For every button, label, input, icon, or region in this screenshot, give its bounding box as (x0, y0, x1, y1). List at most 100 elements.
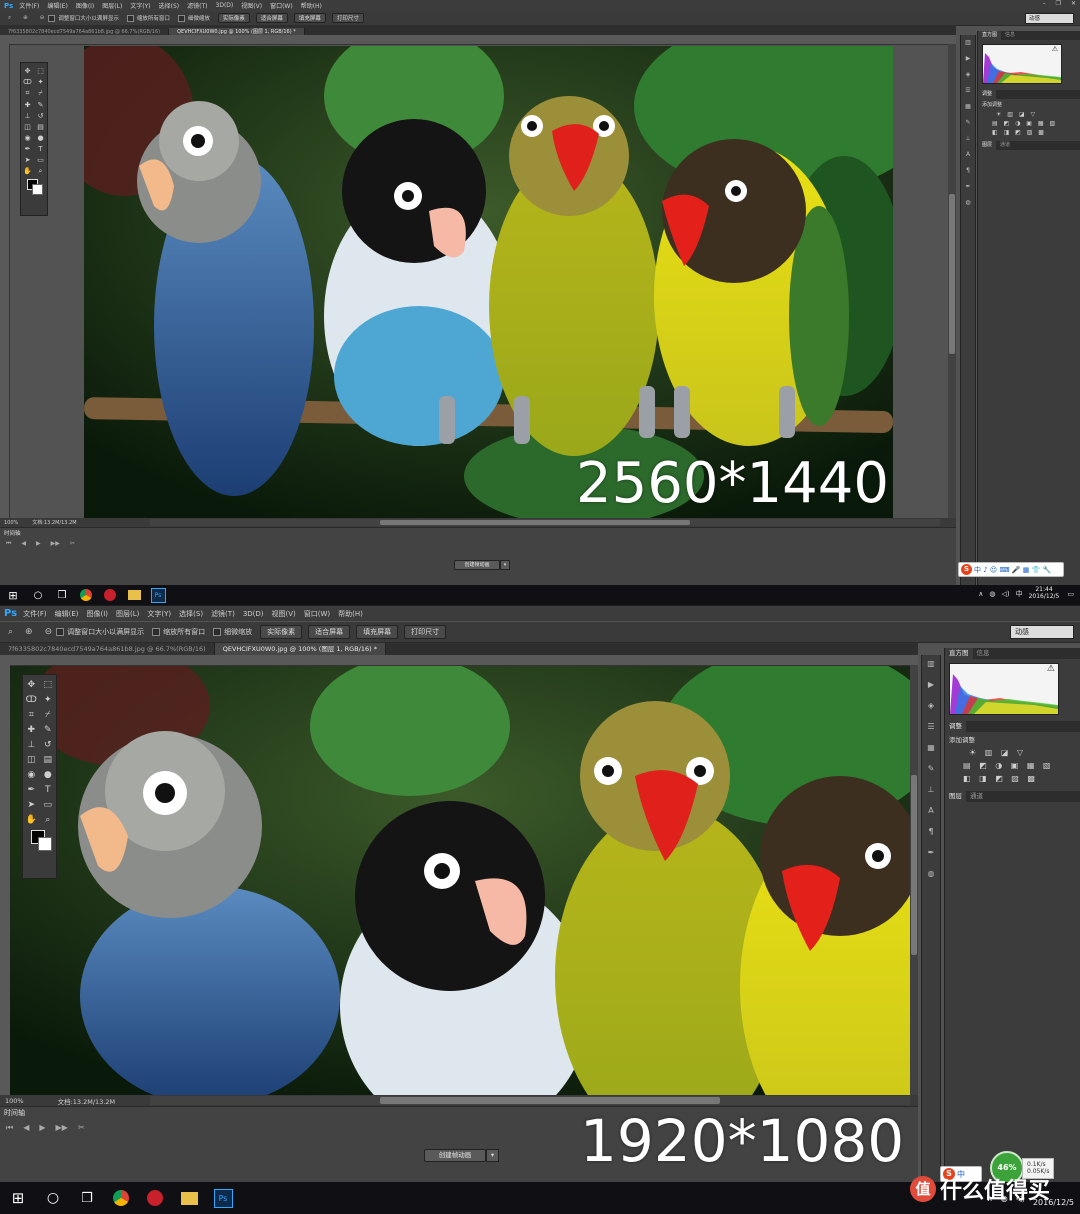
menu-edit[interactable]: 编辑(E) (55, 609, 79, 619)
dodge-tool-icon[interactable]: ● (37, 134, 43, 142)
tab-adjustments[interactable]: 调整 (945, 721, 966, 732)
zoom-icon[interactable]: ⌕ (8, 627, 13, 637)
histogram-warning-icon[interactable]: ⚠ (1052, 45, 1058, 53)
photoshop-icon[interactable]: Ps (206, 1182, 240, 1214)
move-tool-icon[interactable]: ✥ (25, 67, 31, 75)
gradient-tool-icon[interactable]: ▤ (43, 755, 52, 765)
folder-icon[interactable] (122, 585, 146, 605)
move-tool-icon[interactable]: ✥ (27, 680, 35, 690)
zoom-level[interactable]: 100% (5, 1097, 24, 1105)
brush-presets-icon[interactable]: ✎ (928, 764, 935, 773)
task-view-icon[interactable]: ❒ (70, 1182, 104, 1214)
create-dropdown-icon[interactable]: ▾ (486, 1149, 499, 1162)
adjustment-icons-row-1[interactable]: ☀ ▥ ◪ ▽ (978, 110, 1080, 119)
actions-icon[interactable]: ▶ (928, 680, 934, 689)
menu-help[interactable]: 帮助(H) (301, 1, 322, 10)
zoom-all-checkbox[interactable]: 缩放所有窗口 (152, 627, 205, 637)
color-swatches[interactable] (26, 830, 54, 854)
zoom-out-icon[interactable]: ⊖ (40, 15, 45, 21)
menu-help[interactable]: 帮助(H) (338, 609, 363, 619)
menu-edit[interactable]: 编辑(E) (47, 1, 67, 10)
menu-filter[interactable]: 滤镜(T) (211, 609, 235, 619)
scissors-icon[interactable]: ✂ (70, 540, 75, 548)
resize-windows-checkbox[interactable]: 调整窗口大小以满屏显示 (56, 627, 144, 637)
tray-chevron-icon[interactable]: ∧ (978, 590, 983, 598)
horizontal-scrollbar[interactable] (150, 1096, 910, 1105)
folder-icon[interactable] (172, 1182, 206, 1214)
chrome-icon[interactable] (104, 1182, 138, 1214)
paths-icon[interactable]: ✒ (965, 183, 970, 190)
menu-filter[interactable]: 滤镜(T) (187, 1, 207, 10)
minimize-icon[interactable]: – (1043, 0, 1046, 7)
app-icon[interactable] (98, 585, 122, 605)
stamp-tool-icon[interactable]: ⊥ (27, 740, 35, 750)
create-frame-animation-button[interactable]: 创建帧动画 (454, 560, 500, 570)
history-brush-icon[interactable]: ↺ (38, 112, 44, 120)
create-frame-animation-button[interactable]: 创建帧动画 (424, 1149, 486, 1162)
crop-tool-icon[interactable]: ⌗ (26, 89, 30, 98)
chrome-icon[interactable] (74, 585, 98, 605)
first-frame-icon[interactable]: ⏮ (6, 1123, 13, 1133)
menu-view[interactable]: 视图(V) (241, 1, 262, 10)
scrubby-zoom-checkbox[interactable]: 细微缩放 (177, 14, 210, 22)
zoom-tool-icon[interactable]: ⌕ (39, 167, 43, 176)
tab-document-1[interactable]: 7f6335802c7840ecd7549a764a861b8.jpg @ 66… (0, 643, 215, 655)
scissors-icon[interactable]: ✂ (78, 1123, 85, 1133)
character-icon[interactable]: A (928, 806, 933, 815)
properties-icon[interactable]: ☰ (965, 87, 970, 94)
pen-tool-icon[interactable]: ✒ (27, 785, 35, 795)
clone-source-icon[interactable]: ⊥ (965, 135, 970, 142)
tab-histogram[interactable]: 直方图 (978, 31, 1002, 40)
menu-layer[interactable]: 图层(L) (116, 609, 139, 619)
tab-channels[interactable]: 通道 (996, 141, 1014, 150)
styles-icon[interactable]: ◍ (965, 199, 970, 206)
vertical-scrollbar[interactable] (948, 44, 956, 518)
brush-presets-icon[interactable]: ✎ (965, 119, 970, 126)
adjustment-icons-row-3[interactable]: ◧ ◨ ◩ ▨ ▩ (945, 772, 1080, 785)
zoom-in-icon[interactable]: ⊕ (23, 15, 28, 21)
create-dropdown-icon[interactable]: ▾ (500, 560, 510, 570)
menu-view[interactable]: 视图(V) (272, 609, 296, 619)
color-swatches[interactable] (23, 179, 45, 197)
clock[interactable]: 21:44 2016/12/5 (1029, 586, 1060, 601)
marquee-tool-icon[interactable]: ⬚ (37, 67, 44, 75)
actual-pixels-button[interactable]: 实际像素 (260, 625, 303, 639)
clone-source-icon[interactable]: ⊥ (928, 785, 935, 794)
tab-layers[interactable]: 图层 (978, 141, 997, 150)
horizontal-scrollbar[interactable] (150, 519, 940, 526)
menu-select[interactable]: 选择(S) (159, 1, 180, 10)
magic-wand-icon[interactable]: ✦ (38, 78, 44, 86)
zoom-all-checkbox[interactable]: 缩放所有窗口 (126, 14, 170, 22)
paragraph-icon[interactable]: ¶ (928, 827, 933, 836)
type-tool-icon[interactable]: T (45, 785, 51, 795)
hand-tool-icon[interactable]: ✋ (26, 815, 37, 825)
prev-frame-icon[interactable]: ◀ (23, 1123, 29, 1133)
tab-layers[interactable]: 图层 (945, 791, 966, 802)
tab-info[interactable]: 信息 (973, 648, 994, 659)
resize-windows-checkbox[interactable]: 调整窗口大小以满屏显示 (48, 14, 119, 22)
print-size-button[interactable]: 打印尺寸 (331, 13, 364, 23)
eyedropper-icon[interactable]: ⌿ (38, 89, 42, 98)
adjustment-icons-row-3[interactable]: ◧ ◨ ◩ ▨ ▩ (978, 128, 1080, 137)
close-icon[interactable]: ✕ (1071, 0, 1076, 7)
tab-adjustments[interactable]: 调整 (978, 90, 997, 99)
background-color[interactable] (37, 837, 52, 851)
brush-tool-icon[interactable]: ✎ (38, 101, 44, 109)
lasso-tool-icon[interactable]: ↀ (26, 695, 37, 705)
image-canvas[interactable] (84, 46, 893, 518)
swatches-icon[interactable]: ▦ (965, 103, 971, 110)
history-icon[interactable]: ▥ (965, 39, 971, 46)
tab-histogram[interactable]: 直方图 (945, 648, 973, 659)
paths-icon[interactable]: ✒ (928, 848, 935, 857)
menu-3d[interactable]: 3D(D) (216, 2, 234, 9)
type-tool-icon[interactable]: T (38, 145, 42, 153)
tab-channels[interactable]: 通道 (966, 791, 987, 802)
search-icon[interactable]: ○ (36, 1182, 70, 1214)
eyedropper-icon[interactable]: ⌿ (45, 710, 50, 720)
ime-toolbar-icons[interactable]: 中 ♪ ☺ ⌨ 🎤 ▦ 👕 🔧 (974, 565, 1051, 575)
blur-tool-icon[interactable]: ◉ (24, 134, 30, 142)
vertical-scrollbar[interactable] (910, 665, 918, 1095)
menu-image[interactable]: 图像(I) (76, 1, 94, 10)
paragraph-icon[interactable]: ¶ (966, 167, 970, 174)
fill-screen-button[interactable]: 填充屏幕 (293, 13, 326, 23)
